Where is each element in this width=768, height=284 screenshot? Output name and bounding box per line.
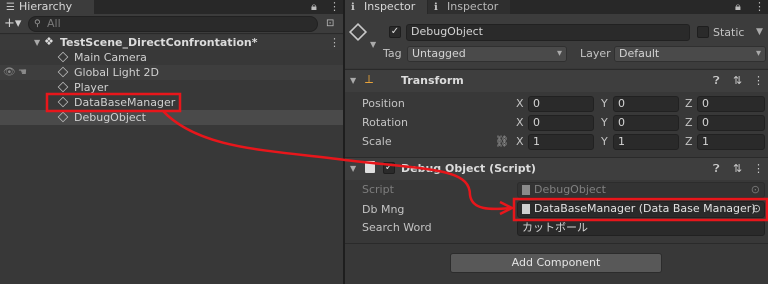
annotation-overlay [45, 92, 768, 222]
annotation-arrow [162, 110, 511, 211]
highlight-box-hierarchy [45, 92, 182, 113]
highlight-box-inspector [512, 197, 768, 222]
